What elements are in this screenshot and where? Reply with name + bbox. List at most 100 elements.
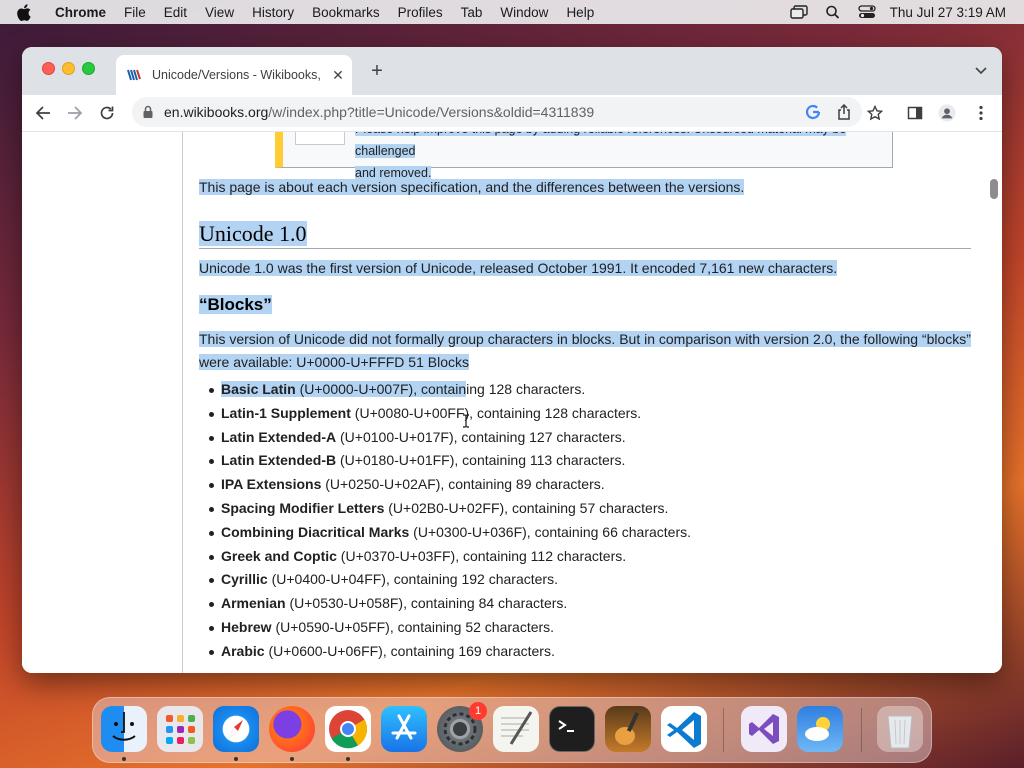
block-name: Cyrillic bbox=[221, 571, 268, 588]
screen-mirroring-icon[interactable] bbox=[789, 5, 808, 19]
intro-paragraph: This page is about each version specific… bbox=[199, 176, 745, 199]
apple-menu-icon[interactable] bbox=[14, 2, 34, 22]
blocks-paragraph: This version of Unicode did not formally… bbox=[199, 328, 979, 374]
block-range: (U+0370-U+03FF), containing 112 characte… bbox=[336, 547, 627, 564]
textedit-icon[interactable] bbox=[493, 706, 539, 752]
tab-search-chevron-icon[interactable] bbox=[974, 63, 988, 77]
safari-icon[interactable] bbox=[213, 706, 259, 752]
close-window-button[interactable] bbox=[42, 62, 55, 75]
list-item: Combining Diacritical Marks (U+0300-U+03… bbox=[209, 521, 691, 545]
blocks-line-1: This version of Unicode did not formally… bbox=[199, 331, 971, 347]
share-icon[interactable] bbox=[835, 103, 853, 121]
list-item: Greek and Coptic (U+0370-U+03FF), contai… bbox=[209, 545, 691, 569]
terminal-icon[interactable] bbox=[549, 706, 595, 752]
close-tab-icon[interactable]: ✕ bbox=[330, 67, 346, 83]
wikibooks-favicon-icon bbox=[127, 69, 141, 81]
menu-bar: Chrome File Edit View History Bookmarks … bbox=[0, 0, 1024, 24]
block-range: (U+0400-U+04FF), containing 192 characte… bbox=[267, 571, 558, 588]
spotlight-search-icon[interactable] bbox=[824, 5, 842, 19]
browser-window: Unicode/Versions - Wikibooks, ✕ + en.wik… bbox=[22, 47, 1002, 673]
menu-tab[interactable]: Tab bbox=[452, 5, 492, 20]
block-range: (U+0600-U+06FF), containing 169 characte… bbox=[264, 642, 555, 659]
weather-icon[interactable] bbox=[797, 706, 843, 752]
list-item: Arabic (U+0600-U+06FF), containing 169 c… bbox=[209, 640, 691, 664]
list-item: Latin-1 Supplement (U+0080-U+00FF), cont… bbox=[209, 402, 691, 426]
minimize-window-button[interactable] bbox=[62, 62, 75, 75]
tab-active[interactable]: Unicode/Versions - Wikibooks, ✕ bbox=[116, 55, 352, 95]
menu-help[interactable]: Help bbox=[557, 5, 603, 20]
references-notice-box: Please help improve this page by adding … bbox=[275, 132, 893, 180]
list-item: Cyrillic (U+0400-U+04FF), containing 192… bbox=[209, 568, 691, 592]
chrome-menu-icon[interactable] bbox=[972, 104, 990, 122]
list-item: Latin Extended-B (U+0180-U+01FF), contai… bbox=[209, 449, 691, 473]
dock: 1 bbox=[92, 697, 932, 763]
section-heading: Unicode 1.0 bbox=[199, 221, 307, 247]
sidebar-divider bbox=[182, 132, 183, 673]
unicode10-paragraph: Unicode 1.0 was the first version of Uni… bbox=[199, 257, 838, 280]
new-tab-button[interactable]: + bbox=[366, 61, 388, 83]
block-name: Greek and Coptic bbox=[221, 547, 337, 564]
page-content: Please help improve this page by adding … bbox=[22, 132, 1002, 673]
menu-profiles[interactable]: Profiles bbox=[389, 5, 452, 20]
finder-icon[interactable] bbox=[101, 706, 147, 752]
block-range: (U+0250-U+02AF), containing 89 character… bbox=[321, 476, 605, 493]
block-name: Combining Diacritical Marks bbox=[221, 523, 410, 540]
block-name: IPA Extensions bbox=[221, 476, 322, 493]
block-name: Latin-1 Supplement bbox=[221, 404, 351, 421]
forward-arrow-icon[interactable] bbox=[66, 104, 84, 122]
block-range: (U+0590-U+05FF), containing 52 character… bbox=[271, 618, 555, 635]
block-name: Latin Extended-A bbox=[221, 428, 337, 445]
garageband-icon[interactable] bbox=[605, 706, 651, 752]
bookmark-star-icon[interactable] bbox=[866, 104, 884, 122]
vscode-icon[interactable] bbox=[661, 706, 707, 752]
safari-running-dot bbox=[234, 757, 238, 761]
firefox-icon[interactable] bbox=[269, 706, 315, 752]
notice-line-1: Please help improve this page by adding … bbox=[355, 132, 847, 158]
menu-app-name[interactable]: Chrome bbox=[46, 5, 115, 20]
menu-view[interactable]: View bbox=[196, 5, 243, 20]
finder-running-dot bbox=[122, 757, 126, 761]
profile-avatar-icon[interactable] bbox=[938, 104, 956, 122]
app-store-icon[interactable] bbox=[381, 706, 427, 752]
menu-clock[interactable]: Thu Jul 27 3:19 AM bbox=[890, 5, 1006, 20]
chrome-icon[interactable] bbox=[325, 706, 371, 752]
zoom-window-button[interactable] bbox=[82, 62, 95, 75]
firefox-running-dot bbox=[290, 757, 294, 761]
tab-title: Unicode/Versions - Wikibooks, bbox=[152, 68, 321, 82]
blocks-line-2: were available: U+0000-U+FFFD 51 Blocks bbox=[199, 354, 470, 370]
back-arrow-icon[interactable] bbox=[34, 104, 52, 122]
section-heading-text: Unicode 1.0 bbox=[199, 221, 307, 246]
trash-icon[interactable] bbox=[877, 706, 923, 752]
control-center-icon[interactable] bbox=[858, 5, 876, 19]
url-path: /w/index.php?title=Unicode/Versions&oldi… bbox=[268, 104, 595, 120]
dock-separator bbox=[861, 708, 862, 752]
menu-history[interactable]: History bbox=[243, 5, 303, 20]
chrome-running-dot bbox=[346, 757, 350, 761]
side-panel-icon[interactable] bbox=[906, 104, 924, 122]
intro-text: This page is about each version specific… bbox=[199, 179, 745, 195]
block-range: (U+0100-U+017F), containing 127 characte… bbox=[336, 428, 626, 445]
menu-edit[interactable]: Edit bbox=[155, 5, 196, 20]
block-name: Latin Extended-B bbox=[221, 452, 337, 469]
menu-window[interactable]: Window bbox=[491, 5, 557, 20]
launchpad-icon[interactable] bbox=[157, 706, 203, 752]
address-bar[interactable]: en.wikibooks.org/w/index.php?title=Unico… bbox=[132, 97, 862, 127]
notice-image bbox=[295, 132, 345, 145]
google-lens-icon[interactable] bbox=[804, 103, 822, 121]
block-range: (U+02B0-U+02FF), containing 57 character… bbox=[384, 499, 669, 516]
reload-icon[interactable] bbox=[98, 104, 116, 122]
list-item: IPA Extensions (U+0250-U+02AF), containi… bbox=[209, 473, 691, 497]
url-text[interactable]: en.wikibooks.org/w/index.php?title=Unico… bbox=[164, 104, 594, 120]
menu-bookmarks[interactable]: Bookmarks bbox=[303, 5, 389, 20]
text-cursor-icon bbox=[463, 414, 469, 428]
scrollbar-thumb[interactable] bbox=[990, 179, 998, 199]
block-range: (U+0300-U+036F), containing 66 character… bbox=[409, 523, 691, 540]
menu-file[interactable]: File bbox=[115, 5, 155, 20]
visual-studio-icon[interactable] bbox=[741, 706, 787, 752]
list-item: Basic Latin (U+0000-U+007F), containing … bbox=[209, 378, 691, 402]
tab-strip: Unicode/Versions - Wikibooks, ✕ + bbox=[22, 47, 1002, 95]
lock-icon[interactable] bbox=[142, 105, 154, 119]
blocks-heading: “Blocks” bbox=[199, 295, 272, 315]
block-range-selected: (U+0000-U+007F), contain bbox=[295, 381, 467, 397]
block-name: Basic Latin bbox=[221, 381, 296, 397]
